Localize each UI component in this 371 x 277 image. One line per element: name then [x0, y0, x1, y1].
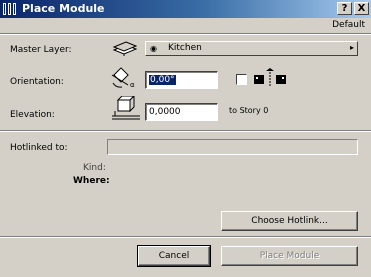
close-button[interactable]: X	[354, 2, 369, 15]
divider	[0, 130, 371, 132]
help-button[interactable]: ?	[337, 2, 352, 15]
orientation-field[interactable]: 0,00°	[145, 71, 218, 89]
elevation-reference: to Story 0	[229, 106, 269, 115]
elevation-value: 0,0000	[149, 107, 181, 117]
choose-hotlink-button[interactable]: Choose Hotlink...	[221, 211, 358, 231]
orientation-value: 0,00°	[149, 75, 176, 85]
eye-icon: ◉	[150, 44, 157, 53]
default-label: Default	[332, 20, 365, 30]
elevation-box-icon	[112, 96, 140, 120]
place-module-button[interactable]: Place Module	[221, 246, 358, 266]
mirror-checkbox[interactable]	[236, 74, 247, 85]
module-app-icon	[3, 3, 16, 15]
place-module-dialog: Place Module ? X Default Master Layer: ◉…	[0, 0, 371, 277]
divider	[0, 236, 371, 238]
hotlink-path-field	[107, 139, 358, 155]
elevation-field[interactable]: 0,0000	[145, 103, 218, 121]
layer-stack-icon	[112, 41, 138, 56]
cancel-button[interactable]: Cancel	[137, 245, 211, 267]
rotation-icon: α	[111, 67, 135, 89]
mirror-icon	[254, 68, 286, 87]
svg-text:α: α	[130, 81, 135, 89]
master-layer-label: Master Layer:	[10, 45, 72, 55]
orientation-label: Orientation:	[10, 77, 64, 87]
window-title: Place Module	[22, 2, 105, 15]
chevron-right-icon: ▸	[349, 43, 354, 52]
master-layer-select[interactable]: ◉ Kitchen ▸	[145, 41, 358, 56]
where-label: Where:	[73, 176, 110, 186]
hotlinked-to-label: Hotlinked to:	[10, 143, 68, 153]
title-bar[interactable]: Place Module ? X	[0, 0, 371, 18]
elevation-label: Elevation:	[10, 110, 55, 120]
kind-label: Kind:	[83, 163, 106, 173]
divider	[0, 33, 371, 35]
master-layer-value: Kitchen	[168, 43, 202, 53]
